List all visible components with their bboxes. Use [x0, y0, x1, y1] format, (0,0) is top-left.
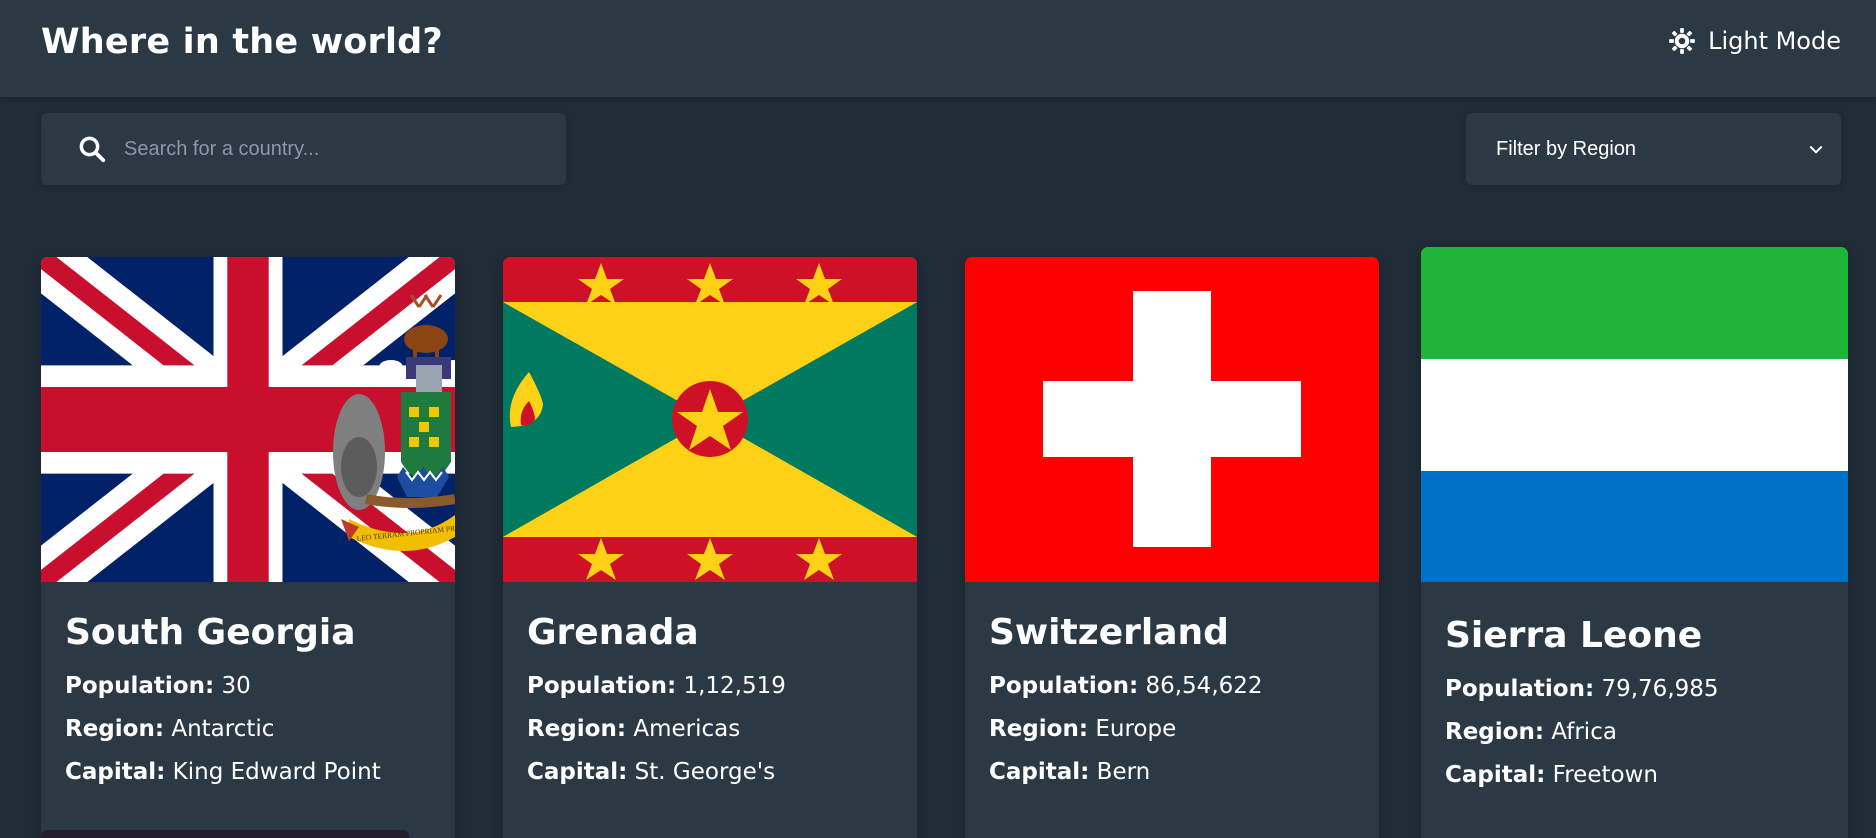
capital-row: Capital: King Edward Point — [65, 759, 381, 785]
region-row: Region: Americas — [527, 716, 786, 742]
capital-value: St. George's — [634, 759, 776, 785]
app-title: Where in the world? — [41, 22, 443, 62]
sun-icon — [1669, 28, 1695, 54]
theme-toggle-button[interactable]: Light Mode — [1668, 27, 1841, 55]
capital-value: King Edward Point — [172, 759, 381, 785]
capital-label: Capital: — [1445, 762, 1546, 788]
region-row: Region: Africa — [1445, 719, 1719, 745]
capital-label: Capital: — [527, 759, 628, 785]
theme-toggle-label: Light Mode — [1708, 27, 1841, 55]
region-label: Region: — [1445, 719, 1545, 745]
country-card-sierra-leone[interactable]: Sierra Leone Population: 79,76,985 Regio… — [1421, 247, 1848, 838]
country-name: Grenada — [527, 612, 699, 653]
population-label: Population: — [989, 673, 1139, 699]
region-filter-label: Filter by Region — [1496, 137, 1637, 160]
region-label: Region: — [989, 716, 1089, 742]
population-row: Population: 1,12,519 — [527, 673, 786, 699]
population-value: 79,76,985 — [1601, 676, 1719, 702]
population-row: Population: 79,76,985 — [1445, 676, 1719, 702]
population-label: Population: — [1445, 676, 1595, 702]
country-card-switzerland[interactable]: Switzerland Population: 86,54,622 Region… — [965, 257, 1379, 838]
country-name: South Georgia — [65, 612, 356, 653]
population-label: Population: — [65, 673, 215, 699]
search-box[interactable] — [41, 113, 566, 185]
search-input[interactable] — [124, 113, 544, 185]
population-value: 1,12,519 — [683, 673, 786, 699]
capital-row: Capital: St. George's — [527, 759, 786, 785]
chevron-down-icon — [1809, 146, 1823, 154]
search-icon — [79, 136, 106, 163]
capital-label: Capital: — [989, 759, 1090, 785]
region-row: Region: Antarctic — [65, 716, 381, 742]
flag-image-switzerland — [965, 257, 1379, 582]
region-value: Africa — [1551, 719, 1617, 745]
population-value: 86,54,622 — [1145, 673, 1263, 699]
country-card-south-georgia[interactable]: LEO TERRAM PROPRIAM PROTEGAT South Georg… — [41, 257, 455, 838]
region-row: Region: Europe — [989, 716, 1263, 742]
region-value: Europe — [1095, 716, 1177, 742]
header: Where in the world? Light Mode — [0, 0, 1876, 97]
region-value: Americas — [633, 716, 741, 742]
region-label: Region: — [65, 716, 165, 742]
capital-label: Capital: — [65, 759, 166, 785]
population-row: Population: 86,54,622 — [989, 673, 1263, 699]
population-row: Population: 30 — [65, 673, 381, 699]
tooltip-edge — [41, 830, 409, 838]
population-value: 30 — [221, 673, 251, 699]
country-name: Sierra Leone — [1445, 615, 1703, 656]
region-value: Antarctic — [171, 716, 275, 742]
capital-row: Capital: Freetown — [1445, 762, 1719, 788]
capital-value: Bern — [1096, 759, 1151, 785]
region-label: Region: — [527, 716, 627, 742]
capital-value: Freetown — [1552, 762, 1658, 788]
flag-image-south-georgia: LEO TERRAM PROPRIAM PROTEGAT — [41, 257, 455, 582]
region-filter-select[interactable]: Filter by Region — [1466, 113, 1841, 185]
population-label: Population: — [527, 673, 677, 699]
capital-row: Capital: Bern — [989, 759, 1263, 785]
country-card-grenada[interactable]: Grenada Population: 1,12,519 Region: Ame… — [503, 257, 917, 838]
flag-image-grenada — [503, 257, 917, 582]
country-name: Switzerland — [989, 612, 1229, 653]
flag-image-sierra-leone — [1421, 247, 1848, 582]
